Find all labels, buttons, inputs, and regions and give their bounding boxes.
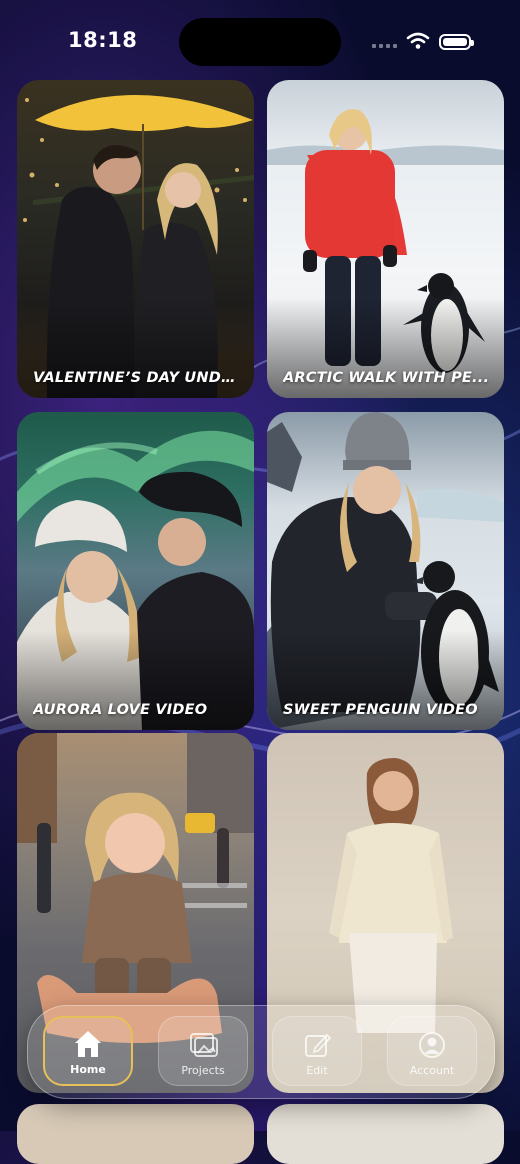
card-title: VALENTINE’S DAY UNDE... — [33, 370, 240, 386]
signal-icon — [372, 44, 397, 48]
card-title: SWEET PENGUIN VIDEO — [283, 702, 478, 718]
status-bar: 18:18 — [0, 0, 520, 80]
tab-bar: Home Projects Edit Account — [27, 1005, 495, 1099]
dynamic-island — [179, 18, 341, 66]
card-thumbnail — [267, 1104, 504, 1164]
wifi-icon — [406, 32, 430, 49]
video-card-sweet-penguin[interactable]: SWEET PENGUIN VIDEO — [267, 412, 504, 730]
video-card-arctic-walk[interactable]: ARCTIC WALK WITH PE... — [267, 80, 504, 398]
tab-edit[interactable]: Edit — [272, 1016, 362, 1086]
home-icon — [71, 1029, 105, 1059]
card-thumbnail — [17, 1104, 254, 1164]
card-title: AURORA LOVE VIDEO — [33, 702, 208, 718]
tab-projects[interactable]: Projects — [158, 1016, 248, 1086]
tab-label: Projects — [181, 1064, 225, 1077]
video-card-aurora-love[interactable]: AURORA LOVE VIDEO — [17, 412, 254, 730]
edit-icon — [300, 1030, 334, 1060]
account-icon — [415, 1030, 449, 1060]
video-card-8[interactable] — [267, 1104, 504, 1164]
tab-label: Edit — [306, 1064, 328, 1077]
projects-icon — [186, 1030, 220, 1060]
tab-label: Account — [409, 1064, 455, 1077]
video-card-7[interactable] — [17, 1104, 254, 1164]
tab-account[interactable]: Account — [387, 1016, 477, 1086]
battery-icon — [439, 34, 474, 50]
video-card-valentines-day[interactable]: VALENTINE’S DAY UNDE... — [17, 80, 254, 398]
tab-home[interactable]: Home — [43, 1016, 133, 1086]
card-title: ARCTIC WALK WITH PE... — [283, 370, 490, 386]
tab-label: Home — [70, 1063, 106, 1076]
status-time: 18:18 — [68, 28, 138, 52]
